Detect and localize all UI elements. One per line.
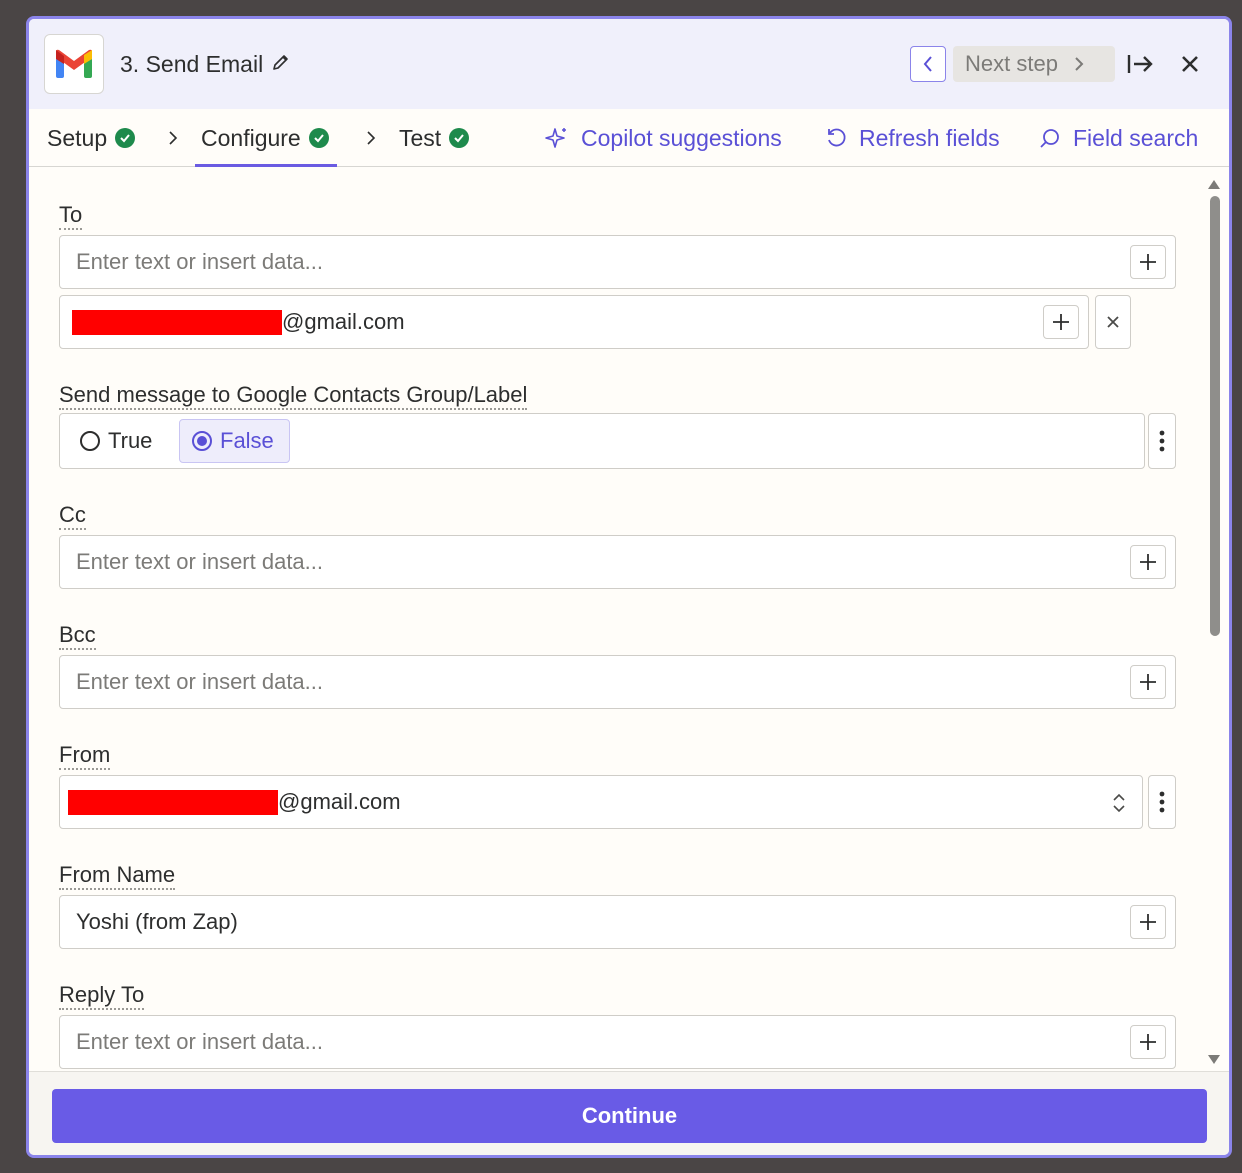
cc-input[interactable]: Enter text or insert data... (59, 535, 1176, 589)
dock-right-icon (1127, 55, 1153, 73)
kebab-menu-icon (1159, 430, 1165, 452)
refresh-fields-button[interactable]: Refresh fields (825, 109, 1000, 167)
insert-data-button[interactable] (1130, 245, 1166, 279)
insert-data-button[interactable] (1130, 665, 1166, 699)
refresh-icon (828, 128, 846, 147)
plus-icon (1140, 1034, 1156, 1050)
chevron-right-icon (169, 131, 178, 145)
insert-data-button[interactable] (1043, 305, 1079, 339)
dock-panel-button[interactable] (1124, 48, 1156, 80)
from-label: From (59, 742, 111, 770)
to-value-suffix: @gmail.com (282, 309, 405, 334)
bcc-input[interactable]: Enter text or insert data... (59, 655, 1176, 709)
tab-setup[interactable]: Setup (47, 109, 136, 167)
to-input[interactable]: Enter text or insert data... (59, 235, 1176, 289)
tab-configure[interactable]: Configure (195, 109, 337, 167)
footer: Continue (29, 1071, 1229, 1155)
radio-selected-icon (192, 431, 212, 451)
gmail-logo-icon (44, 34, 104, 94)
from-name-value: Yoshi (from Zap) (76, 909, 238, 934)
scrollbar[interactable] (1207, 178, 1221, 1068)
check-circle-icon (115, 128, 136, 148)
chevron-right-icon (1075, 57, 1084, 71)
field-search-button[interactable]: Field search (1039, 109, 1198, 167)
next-step-label: Next step (965, 51, 1058, 76)
next-step-button[interactable]: Next step (953, 46, 1115, 82)
insert-data-button[interactable] (1130, 1025, 1166, 1059)
close-icon (1182, 56, 1198, 72)
insert-data-button[interactable] (1130, 905, 1166, 939)
radio-false[interactable]: False (179, 419, 290, 463)
copilot-suggestions-button[interactable]: Copilot suggestions (545, 109, 782, 167)
search-icon (1040, 129, 1059, 148)
redacted-block (68, 789, 278, 815)
from-name-input[interactable]: Yoshi (from Zap) (59, 895, 1176, 949)
remove-value-button[interactable] (1095, 295, 1131, 349)
form-content: To Enter text or insert data... @gmail.c… (29, 168, 1229, 1071)
scroll-down-arrow-icon[interactable] (1207, 1054, 1221, 1066)
plus-icon (1140, 254, 1156, 270)
bcc-label: Bcc (59, 622, 96, 650)
contacts-group-label: Send message to Google Contacts Group/La… (59, 382, 528, 410)
scroll-up-arrow-icon[interactable] (1207, 178, 1221, 190)
to-value-input[interactable]: @gmail.com (59, 295, 1089, 349)
cc-label: Cc (59, 502, 86, 530)
kebab-menu-icon (1159, 791, 1165, 813)
from-select[interactable]: @gmail.com (59, 775, 1143, 829)
close-icon (1107, 316, 1119, 328)
from-value-suffix: @gmail.com (278, 789, 401, 814)
bcc-placeholder: Enter text or insert data... (76, 669, 324, 694)
refresh-fields-label: Refresh fields (859, 124, 1000, 151)
plus-icon (1140, 554, 1156, 570)
radio-circle-icon (80, 431, 100, 451)
pencil-icon[interactable] (271, 51, 291, 78)
cc-placeholder: Enter text or insert data... (76, 549, 324, 574)
plus-icon (1140, 914, 1156, 930)
more-options-button[interactable] (1148, 413, 1176, 469)
chevron-left-icon (923, 56, 932, 72)
tab-configure-label: Configure (201, 124, 301, 151)
insert-data-button[interactable] (1130, 545, 1166, 579)
check-circle-icon (449, 128, 470, 148)
tab-test-label: Test (399, 124, 442, 151)
continue-button[interactable]: Continue (52, 1089, 1207, 1143)
redacted-block (72, 309, 282, 335)
to-label: To (59, 202, 83, 230)
radio-true[interactable]: True (68, 419, 164, 463)
step-header: 3. Send Email Next step (29, 19, 1229, 109)
tab-test[interactable]: Test (399, 109, 470, 167)
reply-to-label: Reply To (59, 982, 145, 1010)
scroll-thumb[interactable] (1210, 196, 1220, 636)
copilot-suggestions-label: Copilot suggestions (581, 124, 782, 151)
to-placeholder: Enter text or insert data... (76, 249, 324, 274)
contacts-group-radio-group: True False (59, 413, 1145, 469)
step-editor-panel: 3. Send Email Next step Setup Configure (26, 16, 1232, 1158)
radio-true-label: True (108, 428, 153, 453)
radio-false-label: False (220, 428, 274, 453)
select-arrows-icon (1113, 793, 1125, 813)
reply-to-input[interactable]: Enter text or insert data... (59, 1015, 1176, 1069)
sparkle-icon (545, 128, 566, 148)
step-tabs: Setup Configure Test Copilot suggestions… (29, 109, 1229, 167)
reply-to-placeholder: Enter text or insert data... (76, 1029, 324, 1054)
close-button[interactable] (1174, 48, 1206, 80)
chevron-right-icon (367, 131, 376, 145)
previous-step-button[interactable] (910, 46, 946, 82)
from-name-label: From Name (59, 862, 176, 890)
plus-icon (1140, 674, 1156, 690)
tab-setup-label: Setup (47, 124, 108, 151)
field-search-label: Field search (1073, 124, 1199, 151)
check-circle-icon (308, 128, 329, 148)
plus-icon (1053, 314, 1069, 330)
more-options-button[interactable] (1148, 775, 1176, 829)
step-title[interactable]: 3. Send Email (120, 51, 291, 78)
step-title-text: 3. Send Email (120, 51, 264, 77)
